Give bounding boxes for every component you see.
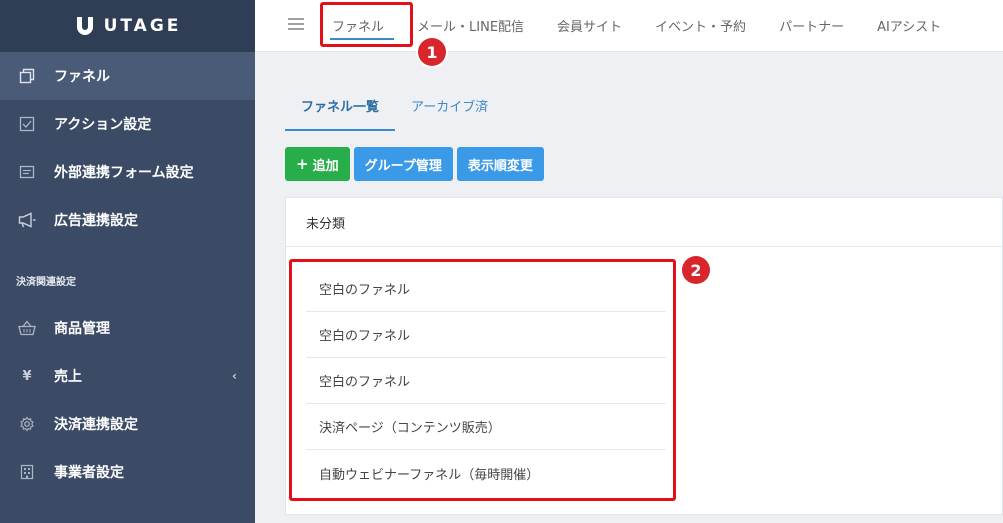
- sidebar-item-funnel[interactable]: ファネル: [0, 52, 255, 100]
- sidebar-item-sales[interactable]: ¥ 売上 ‹: [0, 352, 255, 400]
- tab-event-reservation[interactable]: イベント・予約: [655, 0, 746, 52]
- plus-icon: +: [296, 155, 309, 173]
- sidebar-item-products[interactable]: 商品管理: [0, 304, 255, 352]
- sidebar-item-business[interactable]: 事業者設定: [0, 448, 255, 496]
- sidebar-section-payment: 決済関連設定: [16, 276, 76, 288]
- tab-member-site[interactable]: 会員サイト: [557, 0, 622, 52]
- app-logo[interactable]: UTAGE: [0, 0, 255, 52]
- subtab-archived[interactable]: アーカイブ済: [395, 82, 504, 131]
- sidebar-item-ad-integration[interactable]: 広告連携設定: [0, 196, 255, 244]
- tab-partner[interactable]: パートナー: [779, 0, 844, 52]
- step-badge-2: 2: [682, 256, 710, 284]
- sidebar: UTAGE ファネル アクション設定 外部連携フォーム設定 広告連携設定 決済関…: [0, 0, 255, 523]
- sidebar-item-label: 広告連携設定: [54, 213, 138, 229]
- checkbox-icon: [18, 115, 36, 133]
- building-icon: [18, 463, 36, 481]
- group-header-uncategorized[interactable]: 未分類: [286, 198, 1002, 247]
- logo-text: UTAGE: [103, 16, 182, 36]
- sidebar-item-payment-integration[interactable]: 決済連携設定: [0, 400, 255, 448]
- action-buttons: + 追加 グループ管理 表示順変更: [285, 147, 544, 181]
- display-order-button[interactable]: 表示順変更: [456, 147, 544, 181]
- basket-icon: [18, 319, 36, 337]
- copy-icon: [18, 67, 36, 85]
- sidebar-item-label: 事業者設定: [54, 465, 124, 481]
- chevron-left-icon: ‹: [232, 369, 237, 383]
- gear-icon: [18, 415, 36, 433]
- add-button[interactable]: + 追加: [285, 147, 350, 181]
- sidebar-item-label: 商品管理: [54, 321, 110, 337]
- tab-ai-assist[interactable]: AIアシスト: [877, 0, 941, 52]
- highlight-box-2: [289, 259, 676, 501]
- hamburger-menu-icon[interactable]: [288, 16, 304, 35]
- yen-icon: ¥: [22, 368, 32, 384]
- sidebar-item-label: 外部連携フォーム設定: [54, 165, 194, 181]
- step-badge-1: 1: [418, 38, 446, 66]
- funnel-subtabs: ファネル一覧 アーカイブ済: [285, 82, 504, 131]
- sidebar-item-label: 売上: [54, 369, 82, 385]
- group-manage-button[interactable]: グループ管理: [353, 147, 453, 181]
- sidebar-item-label: ファネル: [54, 69, 110, 85]
- sidebar-item-action-settings[interactable]: アクション設定: [0, 100, 255, 148]
- megaphone-icon: [18, 211, 36, 229]
- subtab-funnel-list[interactable]: ファネル一覧: [285, 82, 396, 131]
- highlight-box-1: [320, 2, 413, 47]
- sidebar-item-external-form[interactable]: 外部連携フォーム設定: [0, 148, 255, 196]
- utage-logo-icon: [76, 17, 93, 35]
- sidebar-item-label: アクション設定: [54, 117, 152, 133]
- form-icon: [18, 163, 36, 181]
- add-button-label: 追加: [312, 158, 339, 174]
- sidebar-item-label: 決済連携設定: [54, 417, 138, 433]
